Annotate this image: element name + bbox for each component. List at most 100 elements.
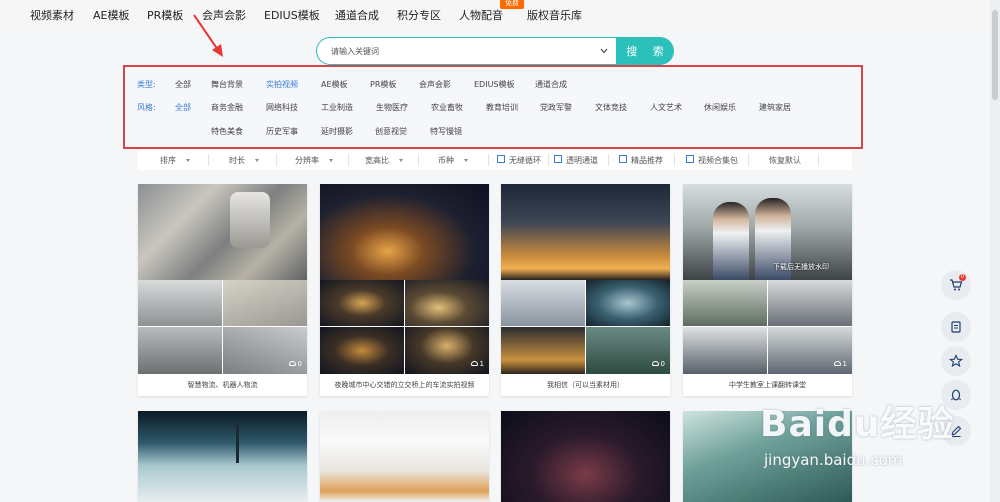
type-option[interactable]: 通道合成: [535, 79, 567, 90]
style-option[interactable]: 特写慢镜: [430, 126, 462, 137]
nav-item-music[interactable]: 版权音乐库: [527, 7, 582, 23]
video-thumbnail[interactable]: [138, 411, 307, 502]
style-option[interactable]: 商务金融: [211, 102, 243, 113]
video-thumbnail[interactable]: [320, 411, 489, 502]
free-badge: 免费: [500, 0, 524, 9]
divider: [488, 154, 489, 166]
style-option[interactable]: 建筑家居: [759, 102, 791, 113]
clipboard-icon: [951, 321, 961, 333]
style-option[interactable]: 工业制造: [321, 102, 353, 113]
caret-down-icon: [186, 159, 190, 162]
cloud-download-icon: [470, 361, 478, 366]
cloud-download-icon: [833, 361, 841, 366]
page-scrollbar[interactable]: [990, 0, 1000, 502]
seamless-loop-checkbox[interactable]: [497, 155, 505, 163]
nav-item-voice[interactable]: 人物配音: [459, 7, 503, 23]
video-card[interactable]: [501, 411, 670, 502]
currency-dropdown-label: 币种: [438, 156, 454, 165]
download-count-value: 1: [479, 360, 484, 368]
filter-panel: 类型: 全部 舞台背景 实拍视频 AE模板 PR模板 会声会影 EDIUS模板 …: [123, 65, 863, 149]
seamless-loop-label[interactable]: 无缝循环: [509, 155, 541, 166]
download-count: 1: [470, 360, 484, 368]
annotation-arrow: [193, 14, 223, 57]
watermark-url: jingyan.baidu.com: [764, 451, 903, 469]
type-option[interactable]: 会声会影: [419, 79, 451, 90]
download-count-value: 0: [297, 360, 302, 368]
style-option[interactable]: 网络科技: [266, 102, 298, 113]
style-option[interactable]: 创意视觉: [375, 126, 407, 137]
video-title[interactable]: 智慧物流、机器人物流: [138, 374, 307, 396]
nav-item-video-material[interactable]: 视频素材: [30, 7, 74, 23]
search-bar: 搜 索: [316, 37, 674, 65]
alpha-channel-label[interactable]: 透明通道: [566, 155, 598, 166]
video-thumbnail[interactable]: 下载后无播放水印 1: [683, 184, 852, 374]
duration-dropdown[interactable]: 时长: [229, 155, 259, 166]
video-card[interactable]: [320, 411, 489, 502]
style-option[interactable]: 党政军警: [540, 102, 572, 113]
style-option[interactable]: 历史军事: [266, 126, 298, 137]
video-card[interactable]: 1 夜晚城市中心交错的立交桥上的车流实拍视频: [320, 184, 489, 396]
video-title[interactable]: 中学生教室上课翻转课堂: [683, 374, 852, 396]
video-thumbnail[interactable]: 0: [138, 184, 307, 374]
video-thumbnail[interactable]: 0: [501, 184, 670, 374]
alpha-channel-checkbox[interactable]: [554, 155, 562, 163]
search-input[interactable]: [316, 37, 616, 65]
sort-dropdown[interactable]: 排序: [160, 155, 190, 166]
style-option-active[interactable]: 全部: [175, 102, 191, 113]
nav-item-channel[interactable]: 通道合成: [335, 7, 379, 23]
aspect-ratio-dropdown[interactable]: 宽高比: [365, 155, 403, 166]
divider: [276, 154, 277, 166]
resolution-dropdown[interactable]: 分辨率: [295, 155, 333, 166]
chevron-down-icon[interactable]: [598, 45, 610, 57]
type-option[interactable]: EDIUS模板: [474, 79, 515, 90]
star-icon: [949, 354, 963, 368]
collection-checkbox[interactable]: [686, 155, 694, 163]
scrollbar-thumb[interactable]: [992, 10, 998, 100]
style-option[interactable]: 延时摄影: [321, 126, 353, 137]
order-button[interactable]: [941, 312, 971, 342]
type-option[interactable]: PR模板: [370, 79, 396, 90]
divider: [748, 154, 749, 166]
cart-button[interactable]: 0: [941, 270, 971, 300]
video-card[interactable]: 0 智慧物流、机器人物流: [138, 184, 307, 396]
download-count-value: 0: [660, 360, 665, 368]
video-title[interactable]: 夜晚城市中心交错的立交桥上的车流实拍视频: [320, 374, 489, 396]
nav-item-ae-templates[interactable]: AE模板: [93, 7, 129, 23]
divider: [348, 154, 349, 166]
style-option[interactable]: 文体竞技: [595, 102, 627, 113]
divider: [548, 154, 549, 166]
type-option[interactable]: 全部: [175, 79, 191, 90]
style-option[interactable]: 人文艺术: [650, 102, 682, 113]
style-option[interactable]: 休闲娱乐: [704, 102, 736, 113]
sort-bar: 排序 时长 分辨率 宽高比 币种 无缝循环 透明通道 精品推荐 视频合集包 恢复…: [138, 150, 852, 170]
favorite-button[interactable]: [941, 346, 971, 376]
featured-checkbox[interactable]: [619, 155, 627, 163]
download-count: 0: [288, 360, 302, 368]
duration-dropdown-label: 时长: [229, 156, 245, 165]
style-option[interactable]: 农业畜牧: [431, 102, 463, 113]
divider: [608, 154, 609, 166]
nav-item-pr-templates[interactable]: PR模板: [147, 7, 183, 23]
resolution-dropdown-label: 分辨率: [295, 156, 319, 165]
divider: [818, 154, 819, 166]
video-card[interactable]: 下载后无播放水印 1 中学生教室上课翻转课堂: [683, 184, 852, 396]
video-card[interactable]: [138, 411, 307, 502]
style-option[interactable]: 特色美食: [211, 126, 243, 137]
video-thumbnail[interactable]: 1: [320, 184, 489, 374]
aspect-ratio-dropdown-label: 宽高比: [365, 156, 389, 165]
type-option[interactable]: 舞台背景: [211, 79, 243, 90]
nav-item-edius[interactable]: EDIUS模板: [264, 7, 320, 23]
collection-label[interactable]: 视频合集包: [698, 155, 738, 166]
style-option[interactable]: 生物医疗: [376, 102, 408, 113]
currency-dropdown[interactable]: 币种: [438, 155, 468, 166]
type-option-active[interactable]: 实拍视频: [266, 79, 298, 90]
style-option[interactable]: 教育培训: [486, 102, 518, 113]
type-option[interactable]: AE模板: [321, 79, 348, 90]
search-button[interactable]: 搜 索: [616, 37, 674, 65]
video-thumbnail[interactable]: [501, 411, 670, 502]
featured-label[interactable]: 精品推荐: [631, 155, 663, 166]
video-title[interactable]: 我相信（可以当素材用）: [501, 374, 670, 396]
reset-button[interactable]: 恢复默认: [769, 155, 801, 166]
nav-item-points[interactable]: 积分专区: [397, 7, 441, 23]
video-card[interactable]: 0 我相信（可以当素材用）: [501, 184, 670, 396]
